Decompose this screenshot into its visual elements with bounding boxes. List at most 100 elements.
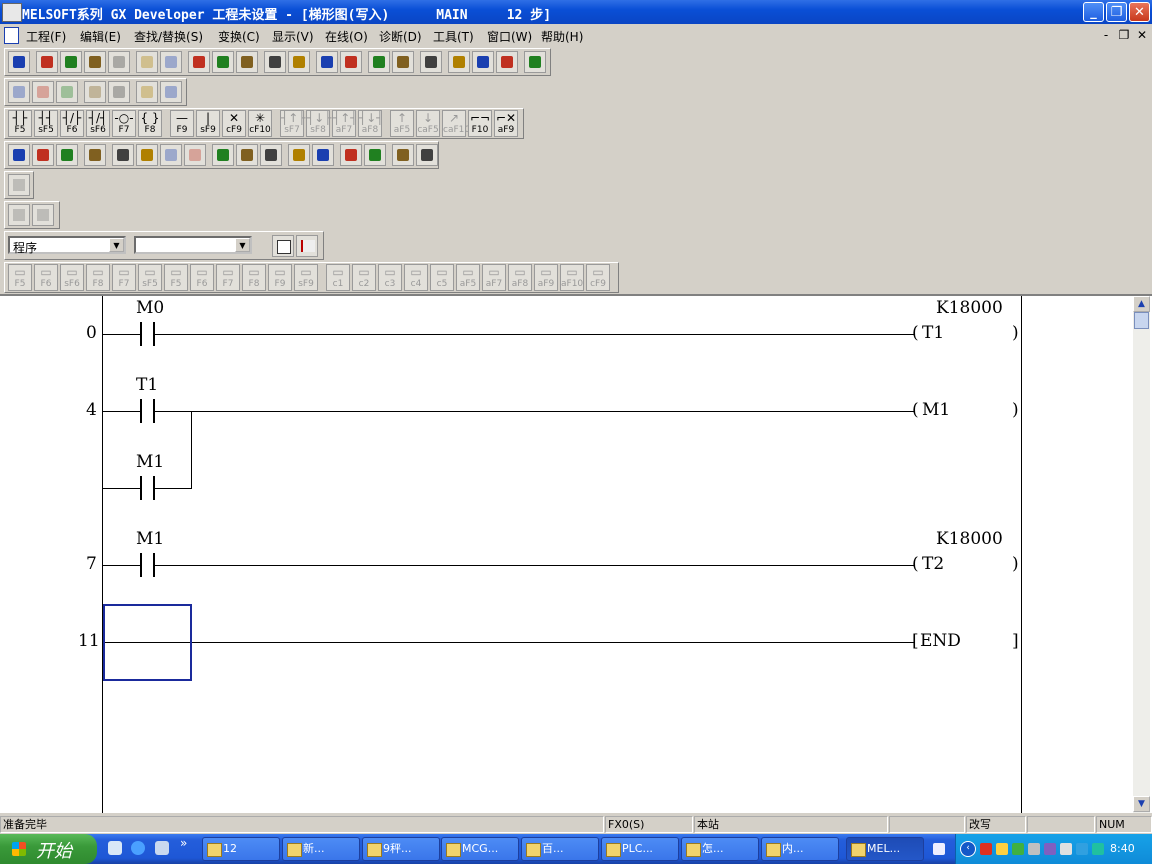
contact-no[interactable] — [140, 553, 142, 577]
data-select[interactable]: ▼ — [134, 236, 252, 254]
chevron-down-icon[interactable]: ▼ — [235, 238, 250, 252]
tool-icon[interactable] — [160, 51, 182, 73]
program-select[interactable]: 程序 ▼ — [8, 236, 126, 255]
minimize-button[interactable]: _ — [1083, 2, 1104, 22]
fkey-f6-button[interactable]: ┤/├ F6 — [60, 110, 84, 137]
fkey-af9-button[interactable]: ⌐✕ aF9 — [494, 110, 518, 137]
tool-icon[interactable] — [236, 51, 258, 73]
quicklaunch-chevron-icon[interactable]: » — [180, 836, 187, 850]
file-tool-icon[interactable] — [312, 144, 334, 166]
mdi-close-button[interactable]: ✕ — [1134, 28, 1150, 42]
taskbar-button[interactable]: PLC... — [601, 837, 679, 861]
scroll-up-icon[interactable]: ▲ — [1133, 296, 1150, 312]
file-tool-icon[interactable] — [392, 144, 414, 166]
sfc-f6-button[interactable]: ▭ F6 — [190, 264, 214, 291]
sfc-c1-button[interactable]: ▭ c1 — [326, 264, 350, 291]
sfc-f7-button[interactable]: ▭ F7 — [112, 264, 136, 291]
file-tool-icon[interactable] — [84, 144, 106, 166]
fkey-sf5-button[interactable]: ┤┤ sF5 — [34, 110, 58, 137]
program-list-icon[interactable] — [272, 235, 294, 257]
network-icon[interactable] — [1028, 843, 1040, 855]
comment-icon[interactable] — [8, 174, 30, 196]
file-tool-icon[interactable] — [364, 144, 386, 166]
menu-online[interactable]: 在线(O) — [325, 28, 368, 45]
menu-project[interactable]: 工程(F) — [26, 28, 66, 45]
taskbar-button[interactable]: MEL... — [846, 837, 924, 861]
mdi-minimize-button[interactable]: - — [1098, 28, 1114, 42]
file-tool-icon[interactable] — [340, 144, 362, 166]
file-tool-icon[interactable] — [160, 144, 182, 166]
sfc-f8-button[interactable]: ▭ F8 — [242, 264, 266, 291]
menu-find-replace[interactable]: 查找/替换(S) — [134, 28, 203, 45]
tool-icon[interactable] — [420, 51, 442, 73]
ie-icon[interactable] — [131, 841, 145, 855]
tray-expand-icon[interactable]: ‹ — [960, 841, 976, 857]
taskbar-button[interactable]: 12 — [202, 837, 280, 861]
program-tool-icon[interactable] — [84, 81, 106, 103]
chevron-down-icon[interactable]: ▼ — [109, 238, 124, 252]
tool-icon[interactable] — [496, 51, 518, 73]
fkey-af5-button[interactable]: ↑ aF5 — [390, 110, 414, 137]
file-tool-icon[interactable] — [260, 144, 282, 166]
tool-icon[interactable] — [36, 51, 58, 73]
contact-no[interactable] — [140, 399, 142, 423]
program-tool-icon[interactable] — [108, 81, 130, 103]
tool-icon[interactable] — [316, 51, 338, 73]
sfc-af8-button[interactable]: ▭ aF8 — [508, 264, 532, 291]
menu-edit[interactable]: 编辑(E) — [80, 28, 121, 45]
file-tool-icon[interactable] — [184, 144, 206, 166]
fkey-f7-button[interactable]: -○- F7 — [112, 110, 136, 137]
file-tool-icon[interactable] — [8, 144, 30, 166]
tool-icon[interactable] — [8, 51, 30, 73]
program-tool-icon[interactable] — [32, 81, 54, 103]
menu-window[interactable]: 窗口(W) — [487, 28, 532, 45]
fkey-f9-button[interactable]: — F9 — [170, 110, 194, 137]
sfc-af7-button[interactable]: ▭ aF7 — [482, 264, 506, 291]
tray-icon[interactable] — [1012, 843, 1024, 855]
tool-icon[interactable] — [368, 51, 390, 73]
tool-icon[interactable] — [448, 51, 470, 73]
program-tool-icon[interactable] — [8, 81, 30, 103]
taskbar-button[interactable]: 新... — [282, 837, 360, 861]
sfc-sf9-button[interactable]: ▭ sF9 — [294, 264, 318, 291]
start-button[interactable]: 开始 — [0, 834, 97, 864]
fkey-cf10-button[interactable]: ✳ cF10 — [248, 110, 272, 137]
taskbar-button[interactable]: 百... — [521, 837, 599, 861]
contact-no[interactable] — [140, 476, 142, 500]
file-tool-icon[interactable] — [416, 144, 438, 166]
sfc-c5-button[interactable]: ▭ c5 — [430, 264, 454, 291]
sfc-f8-button[interactable]: ▭ F8 — [86, 264, 110, 291]
tray-icon[interactable] — [1044, 843, 1056, 855]
menu-tools[interactable]: 工具(T) — [433, 28, 474, 45]
tool-icon[interactable] — [60, 51, 82, 73]
sfc-cf9-button[interactable]: ▭ cF9 — [586, 264, 610, 291]
file-tool-icon[interactable] — [56, 144, 78, 166]
menu-convert[interactable]: 变换(C) — [218, 28, 260, 45]
sfc-af9-button[interactable]: ▭ aF9 — [534, 264, 558, 291]
file-tool-icon[interactable] — [236, 144, 258, 166]
fkey-af7-button[interactable]: ┤↑┤ aF7 — [332, 110, 358, 137]
vertical-scrollbar[interactable] — [1133, 296, 1150, 813]
sfc-c3-button[interactable]: ▭ c3 — [378, 264, 402, 291]
fkey-caf5-button[interactable]: ↓ caF5 — [416, 110, 440, 137]
sfc-sf6-button[interactable]: ▭ sF6 — [60, 264, 84, 291]
tool-icon[interactable] — [472, 51, 494, 73]
clock[interactable]: 8:40 — [1110, 842, 1135, 855]
device-batch-icon[interactable] — [32, 204, 54, 226]
restore-button[interactable]: ❐ — [1106, 2, 1127, 22]
fkey-sf9-button[interactable]: | sF9 — [196, 110, 220, 137]
coil-label[interactable]: T2 — [922, 554, 944, 574]
fkey-af8-button[interactable]: ┤↓┤ aF8 — [358, 110, 384, 137]
program-tool-icon[interactable] — [56, 81, 78, 103]
file-tool-icon[interactable] — [32, 144, 54, 166]
file-tool-icon[interactable] — [288, 144, 310, 166]
taskbar-button[interactable]: 怎... — [681, 837, 759, 861]
coil-label[interactable]: M1 — [922, 400, 950, 420]
file-tool-icon[interactable] — [212, 144, 234, 166]
contact-no[interactable] — [140, 322, 142, 346]
sfc-f6-button[interactable]: ▭ F6 — [34, 264, 58, 291]
end-instruction[interactable]: END — [920, 631, 961, 651]
qq-icon[interactable] — [980, 843, 992, 855]
taskbar-button[interactable]: MCG... — [441, 837, 519, 861]
fkey-sf7-button[interactable]: ┤↑├ sF7 — [280, 110, 306, 137]
